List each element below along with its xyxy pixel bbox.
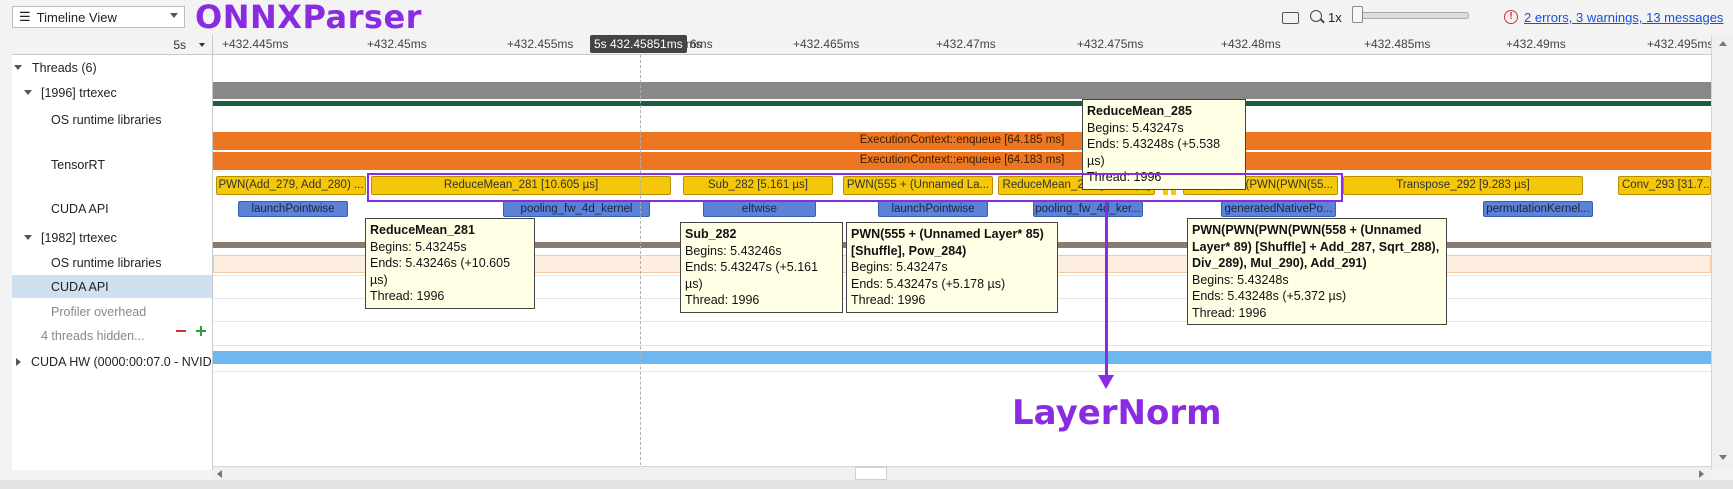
collapse-icon[interactable] (24, 90, 32, 95)
tooltip-begins: Begins: 5.43247s (1087, 120, 1184, 135)
tooltip-thread: Thread: 1996 (685, 293, 760, 307)
cursor-time: 5s 432.45851ms (594, 37, 683, 51)
tooltip-title: PWN(PWN(PWN(PWN(558 + (Unnamed Layer* 89… (1192, 223, 1440, 270)
keyboard-icon[interactable] (1282, 12, 1299, 24)
tree-item-cuda-hw[interactable]: CUDA HW (0000:00:07.0 - NVID (31, 355, 211, 369)
ruler-tick: +432.475ms (1077, 37, 1144, 51)
tree-panel (12, 35, 213, 470)
ruler-tick: +432.465ms (793, 37, 860, 51)
tooltip-thread: Thread: 1996 (851, 293, 926, 307)
zoom-slider[interactable] (1352, 12, 1469, 19)
scroll-up-icon[interactable] (1719, 41, 1727, 46)
scale-label: 5s (173, 38, 186, 52)
diagnostics-link[interactable]: 2 errors, 3 warnings, 13 messages (1524, 10, 1723, 25)
execution-context-bar[interactable]: ExecutionContext::enqueue [64.183 ms] (213, 152, 1711, 170)
horizontal-scroll-thumb[interactable] (855, 467, 887, 480)
tooltip-ends: Ends: 5.43246s (+10.605 µs) (370, 256, 511, 287)
tooltip-begins: Begins: 5.43246s (685, 243, 782, 258)
tree-item-tensorrt[interactable]: TensorRT (51, 158, 105, 172)
expand-icon[interactable] (16, 358, 21, 366)
cuda-api-call[interactable]: permutationKernel... (1483, 201, 1593, 217)
tooltip-sub-282: Sub_282 Begins: 5.43246s Ends: 5.43247s … (680, 222, 843, 313)
selected-row-highlight (12, 275, 212, 298)
tree-item-os-runtime-2[interactable]: OS runtime libraries (51, 256, 161, 270)
chevron-down-icon (170, 13, 178, 18)
cuda-api-call[interactable]: launchPointwise (238, 201, 348, 217)
kernel-bar[interactable]: Conv_293 [31.7... (1618, 176, 1711, 195)
annotation-onnx-parser: ONNXParser (195, 0, 422, 36)
tooltip-thread: Thread: 1996 (370, 289, 445, 303)
scroll-left-icon[interactable] (217, 470, 222, 478)
view-select-label: Timeline View (36, 9, 117, 25)
ruler-tick: +432.49ms (1506, 37, 1566, 51)
tree-item-threads[interactable]: Threads (6) (32, 61, 97, 75)
status-strip (0, 480, 1733, 489)
tooltip-reducemean-281: ReduceMean_281 Begins: 5.43245s Ends: 5.… (365, 218, 535, 309)
tooltip-pwn-558: PWN(PWN(PWN(PWN(558 + (Unnamed Layer* 89… (1187, 218, 1447, 325)
hide-thread-icon[interactable] (176, 330, 186, 332)
collapse-icon[interactable] (14, 65, 22, 70)
tree-item-cuda-api-2[interactable]: CUDA API (51, 280, 109, 294)
ruler-tick: +432.455ms (507, 37, 574, 51)
scale-selector[interactable]: 5s (12, 35, 212, 55)
tooltip-begins: Begins: 5.43248s (1192, 272, 1289, 287)
ruler-tick: +432.47ms (936, 37, 996, 51)
kernel-bar[interactable]: PWN(Add_279, Add_280) ... (216, 176, 366, 195)
kernel-bar[interactable]: Transpose_292 [9.283 µs] (1343, 176, 1583, 195)
view-select[interactable]: ☰ Timeline View (12, 6, 185, 28)
annotation-arrow (1105, 202, 1108, 377)
annotation-layer-norm: LayerNorm (1012, 393, 1222, 433)
tree-item-proc-1996[interactable]: [1996] trtexec (41, 86, 117, 100)
cursor-time-label: 5s 432.45851ms (590, 35, 687, 53)
highlight-box (367, 173, 1343, 202)
ruler-tick: +432.495ms (1647, 37, 1714, 51)
tooltip-pwn-555: PWN(555 + (Unnamed Layer* 85) [Shuffle],… (846, 222, 1058, 313)
cuda-api-call[interactable]: eltwise (703, 201, 816, 217)
cuda-hw-bar[interactable] (213, 351, 1711, 364)
tree-item-cuda-api-1[interactable]: CUDA API (51, 202, 109, 216)
scroll-right-icon[interactable] (1699, 470, 1704, 478)
cuda-api-call[interactable]: generatedNativePo... (1221, 201, 1336, 217)
collapse-icon[interactable] (24, 235, 32, 240)
chevron-down-icon (199, 43, 205, 47)
cuda-api-call[interactable]: pooling_fw_4d_ker... (1033, 201, 1143, 217)
os-runtime-sub-bar[interactable] (213, 101, 1711, 106)
cuda-api-call[interactable]: launchPointwise (878, 201, 988, 217)
tree-item-os-runtime-1[interactable]: OS runtime libraries (51, 113, 161, 127)
cursor-line (640, 55, 641, 470)
tooltip-begins: Begins: 5.43247s (851, 260, 948, 274)
time-ruler[interactable]: +432.445ms +432.45ms +432.455ms +432.46m… (213, 35, 1714, 55)
ruler-tick: +432.48ms (1221, 37, 1281, 51)
vertical-scrollbar[interactable] (1711, 35, 1733, 470)
tooltip-ends: Ends: 5.43247s (+5.178 µs) (851, 276, 1006, 291)
ruler-tick: +432.45ms (367, 37, 427, 51)
annotation-arrow-head (1098, 375, 1114, 389)
horizontal-scrollbar[interactable] (213, 466, 1711, 481)
tooltip-ends: Ends: 5.43248s (+5.538 µs) (1087, 137, 1221, 168)
execution-context-bar[interactable]: ExecutionContext::enqueue [64.185 ms] (213, 132, 1711, 150)
tooltip-title: Sub_282 (685, 227, 737, 241)
zoom-slider-handle[interactable] (1352, 6, 1363, 23)
tree-item-hidden-threads[interactable]: 4 threads hidden... (41, 329, 145, 343)
tree-item-profiler-overhead[interactable]: Profiler overhead (51, 305, 146, 319)
tree-item-proc-1982[interactable]: [1982] trtexec (41, 231, 117, 245)
zoom-level: 1x (1328, 10, 1342, 25)
tooltip-ends: Ends: 5.43248s (+5.372 µs) (1192, 289, 1347, 303)
tooltip-title: ReduceMean_285 (1087, 104, 1192, 118)
tooltip-begins: Begins: 5.43245s (370, 239, 467, 254)
cuda-api-call[interactable]: pooling_fw_4d_kernel (503, 201, 650, 217)
ruler-tick-partial: 6ms (690, 37, 713, 51)
menu-icon: ☰ (19, 9, 31, 24)
zoom-out-icon[interactable] (1310, 10, 1322, 22)
ruler-tick: +432.445ms (222, 37, 289, 51)
show-thread-icon[interactable] (196, 326, 206, 336)
tooltip-title: ReduceMean_281 (370, 223, 475, 237)
scroll-down-icon[interactable] (1719, 455, 1727, 460)
tooltip-thread: Thread: 1996 (1192, 305, 1267, 320)
error-icon: ! (1504, 10, 1518, 24)
tooltip-title: PWN(555 + (Unnamed Layer* 85) [Shuffle],… (851, 227, 1044, 258)
tooltip-ends: Ends: 5.43247s (+5.161 µs) (685, 260, 819, 291)
ruler-tick: +432.485ms (1364, 37, 1431, 51)
os-runtime-bar[interactable] (213, 82, 1711, 99)
